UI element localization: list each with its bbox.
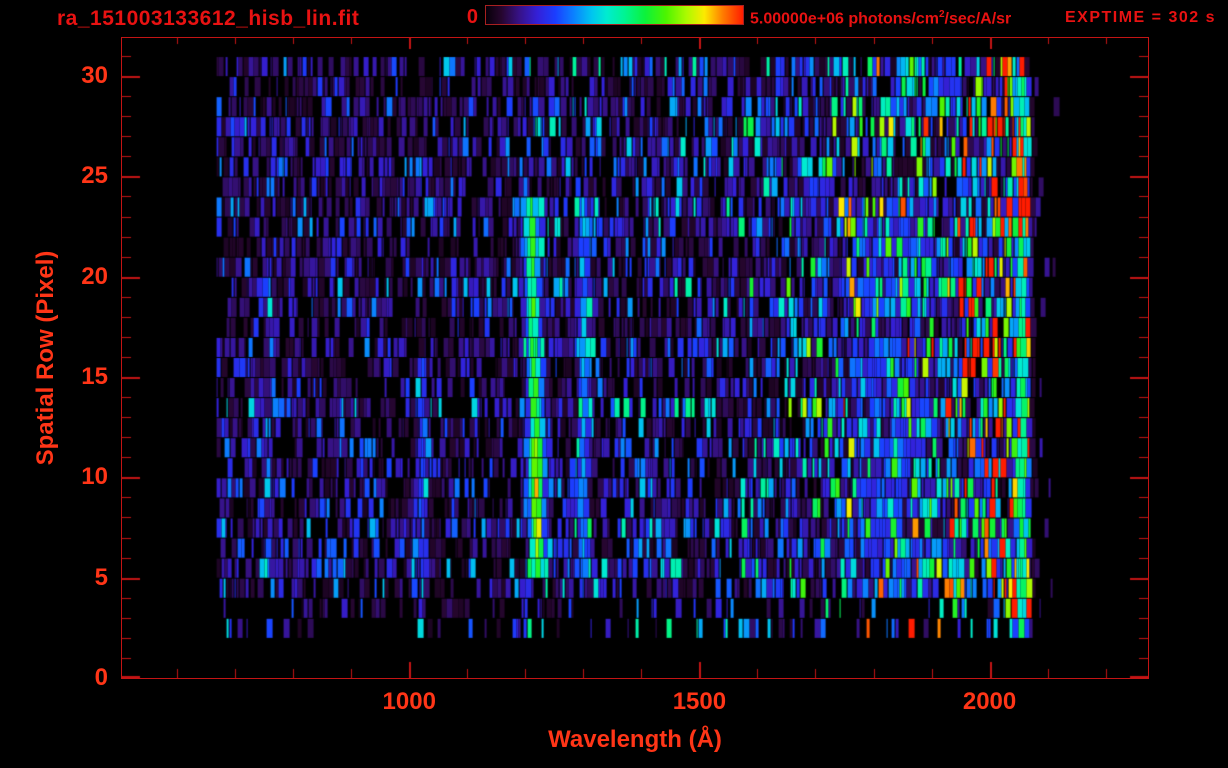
colorbar-min-label: 0 xyxy=(452,6,478,29)
colorbar-units-suffix: /sec/A/sr xyxy=(945,10,1012,27)
colorbar xyxy=(485,5,744,25)
spectrogram-canvas xyxy=(122,38,1148,678)
y-tick-label: 25 xyxy=(54,162,108,190)
y-tick-label: 15 xyxy=(54,363,108,391)
colorbar-units-prefix: photons/cm xyxy=(844,10,939,27)
exptime-label: EXPTIME = 302 s xyxy=(1012,9,1216,27)
file-title: ra_151003133612_hisb_lin.fit xyxy=(57,7,359,31)
x-axis-title: Wavelength (Å) xyxy=(121,726,1149,754)
colorbar-max-value: 5.00000e+06 xyxy=(750,10,844,27)
y-tick-label: 0 xyxy=(54,664,108,692)
y-tick-label: 10 xyxy=(54,463,108,491)
y-tick-label: 5 xyxy=(54,564,108,592)
y-axis-title: Spatial Row (Pixel) xyxy=(32,251,60,466)
x-tick-label: 1000 xyxy=(349,688,469,716)
x-tick-label: 1500 xyxy=(639,688,759,716)
x-tick-label: 2000 xyxy=(930,688,1050,716)
y-tick-label: 20 xyxy=(54,263,108,291)
plot-frame xyxy=(121,37,1149,679)
colorbar-max-label: 5.00000e+06 photons/cm2/sec/A/sr xyxy=(750,9,1011,28)
y-tick-label: 30 xyxy=(54,62,108,90)
